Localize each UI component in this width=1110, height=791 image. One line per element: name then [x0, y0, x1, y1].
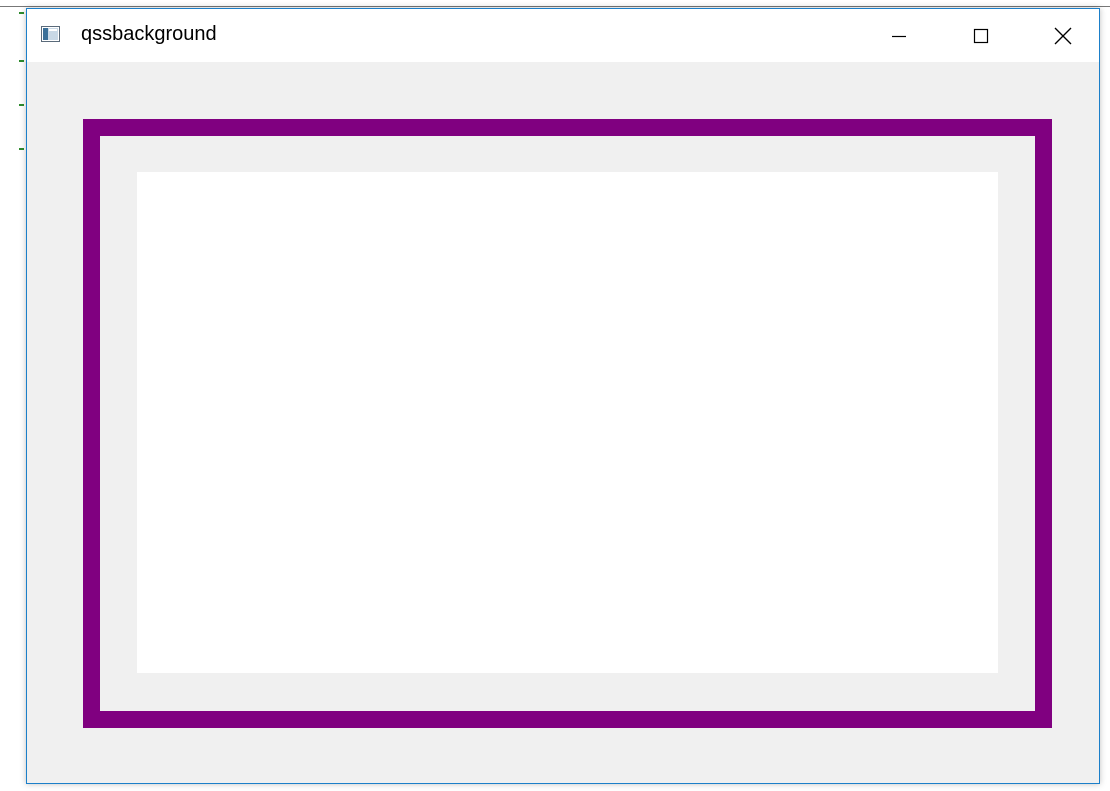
app-icon: [41, 26, 60, 42]
background-code-dash: [19, 104, 24, 106]
maximize-icon: [973, 28, 989, 43]
title-bar[interactable]: qssbackground: [27, 9, 1099, 62]
background-code-dash: [19, 12, 24, 14]
maximize-button[interactable]: [941, 9, 1021, 62]
close-icon: [1054, 27, 1072, 44]
minimize-button[interactable]: [859, 9, 939, 62]
window-title: qssbackground: [81, 23, 217, 45]
minimize-icon: [892, 35, 906, 37]
app-window[interactable]: qssbackground: [26, 8, 1100, 784]
background-code-dash: [19, 60, 24, 62]
background-code-dash: [19, 148, 24, 150]
white-background-panel: [137, 172, 998, 673]
close-button[interactable]: [1023, 9, 1103, 62]
background-editor-edge: [0, 6, 1110, 7]
